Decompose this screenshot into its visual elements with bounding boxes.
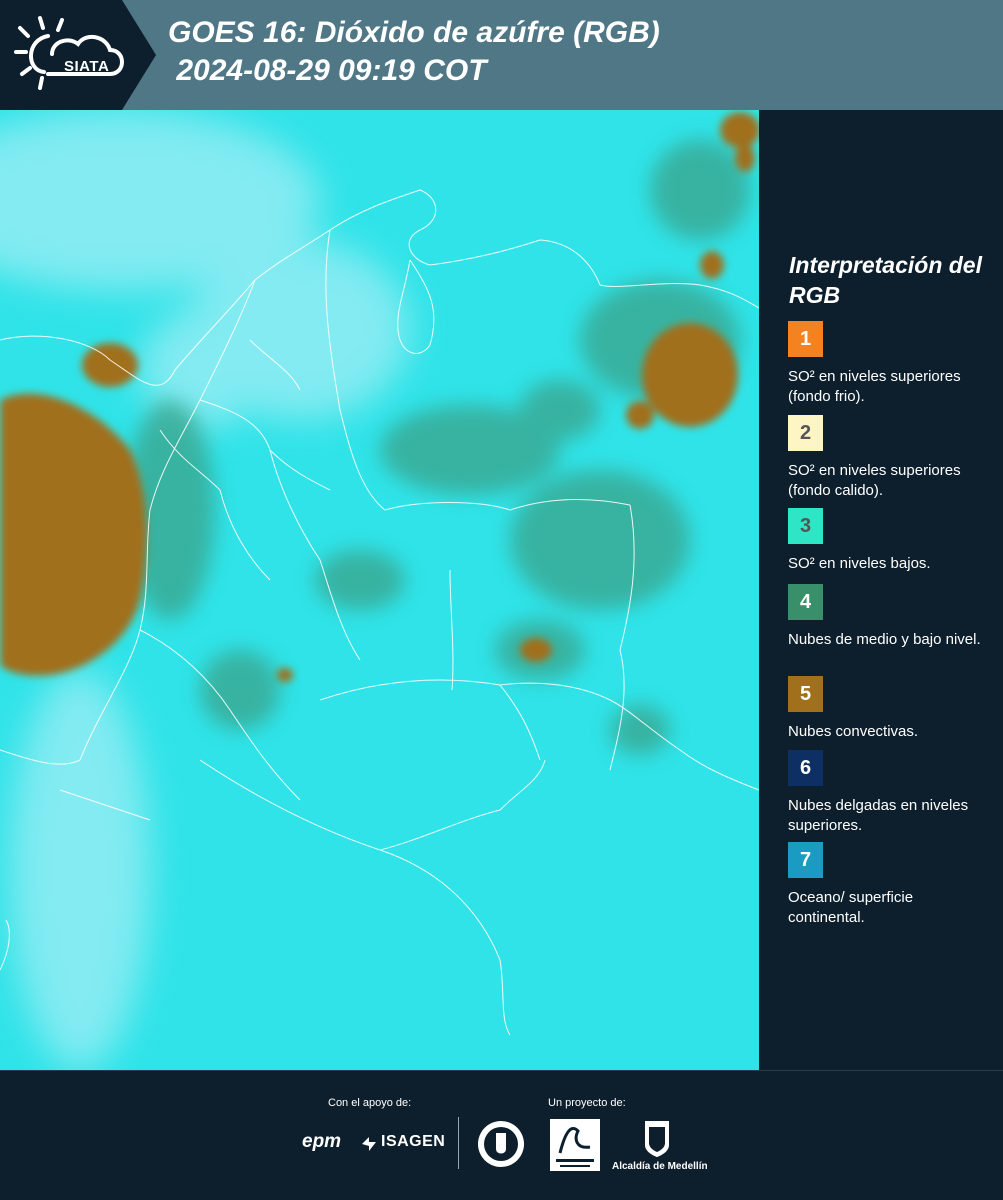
legend-label-2: SO² en niveles superiores (fondo calido)… [788,462,961,499]
legend-title: Interpretación del RGB [789,252,982,308]
map-graphic [0,110,759,1070]
isagen-logo: ISAGEN [381,1133,446,1150]
sun-cloud-icon [14,16,124,90]
legend-item-1: 1 SO² en niveles superiores (fondo frio)… [788,321,993,407]
legend-swatch-1: 1 [788,321,823,357]
support-label: Con el apoyo de: [328,1097,412,1109]
footer: Con el apoyo de: Un proyecto de: epm ISA… [0,1070,1003,1200]
legend-item-3: 3 SO² en niveles bajos. [788,508,993,574]
legend-swatch-7: 7 [788,842,823,878]
legend-panel: Interpretación del RGB 1 SO² en niveles … [764,110,1003,1070]
page-title: GOES 16: Dióxido de azúfre (RGB) 2024-08… [168,14,660,90]
legend-swatch-6: 6 [788,750,823,786]
legend-number-1: 1 [799,327,812,350]
legend-swatch-2: 2 [788,415,823,451]
legend-label-5: Nubes convectivas. [788,723,919,740]
legend-item-4: 4 Nubes de medio y bajo nivel. [788,584,993,650]
legend-swatch-5: 5 [788,676,823,712]
logo-text: SIATA [64,58,110,75]
legend-item-2: 2 SO² en niveles superiores (fondo calid… [788,415,993,501]
satellite-map [0,110,759,1070]
area-metropolitana-logo-icon [550,1119,600,1176]
epm-logo: epm [302,1131,342,1152]
legend-number-6: 6 [799,756,812,779]
legend-label-6: Nubes delgadas en niveles superiores. [788,797,969,834]
legend-number-4: 4 [799,590,812,613]
alcaldia-shield-icon [643,1119,671,1164]
legend-swatch-4: 4 [788,584,823,620]
legend-swatch-3: 3 [788,508,823,544]
legend-number-3: 3 [799,514,812,537]
legend-label-3: SO² en niveles bajos. [788,555,931,572]
siata-logo: SIATA [14,14,126,96]
legend-number-5: 5 [799,682,812,705]
legend-number-7: 7 [799,848,812,871]
isagen-mark-icon [360,1135,378,1158]
project-label: Un proyecto de: [548,1097,626,1109]
legend-label-7: Oceano/ superficie continental. [788,889,914,926]
legend-label-1: SO² en niveles superiores (fondo frio). [788,368,961,405]
title-line-1: GOES 16: Dióxido de azúfre (RGB) [168,16,660,49]
seal-logo-icon [476,1119,526,1174]
legend-item-5: 5 Nubes convectivas. [788,676,993,742]
legend-item-6: 6 Nubes delgadas en niveles superiores. [788,750,993,836]
alcaldia-logo: Alcaldía de Medellín [612,1161,708,1172]
header-chevron [122,0,156,110]
legend-number-2: 2 [799,421,812,444]
title-line-2: 2024-08-29 09:19 COT [168,54,487,87]
legend-label-4: Nubes de medio y bajo nivel. [788,631,981,648]
legend-item-7: 7 Oceano/ superficie continental. [788,842,993,928]
footer-divider [458,1117,459,1169]
header: SIATA GOES 16: Dióxido de azúfre (RGB) 2… [0,0,1003,110]
